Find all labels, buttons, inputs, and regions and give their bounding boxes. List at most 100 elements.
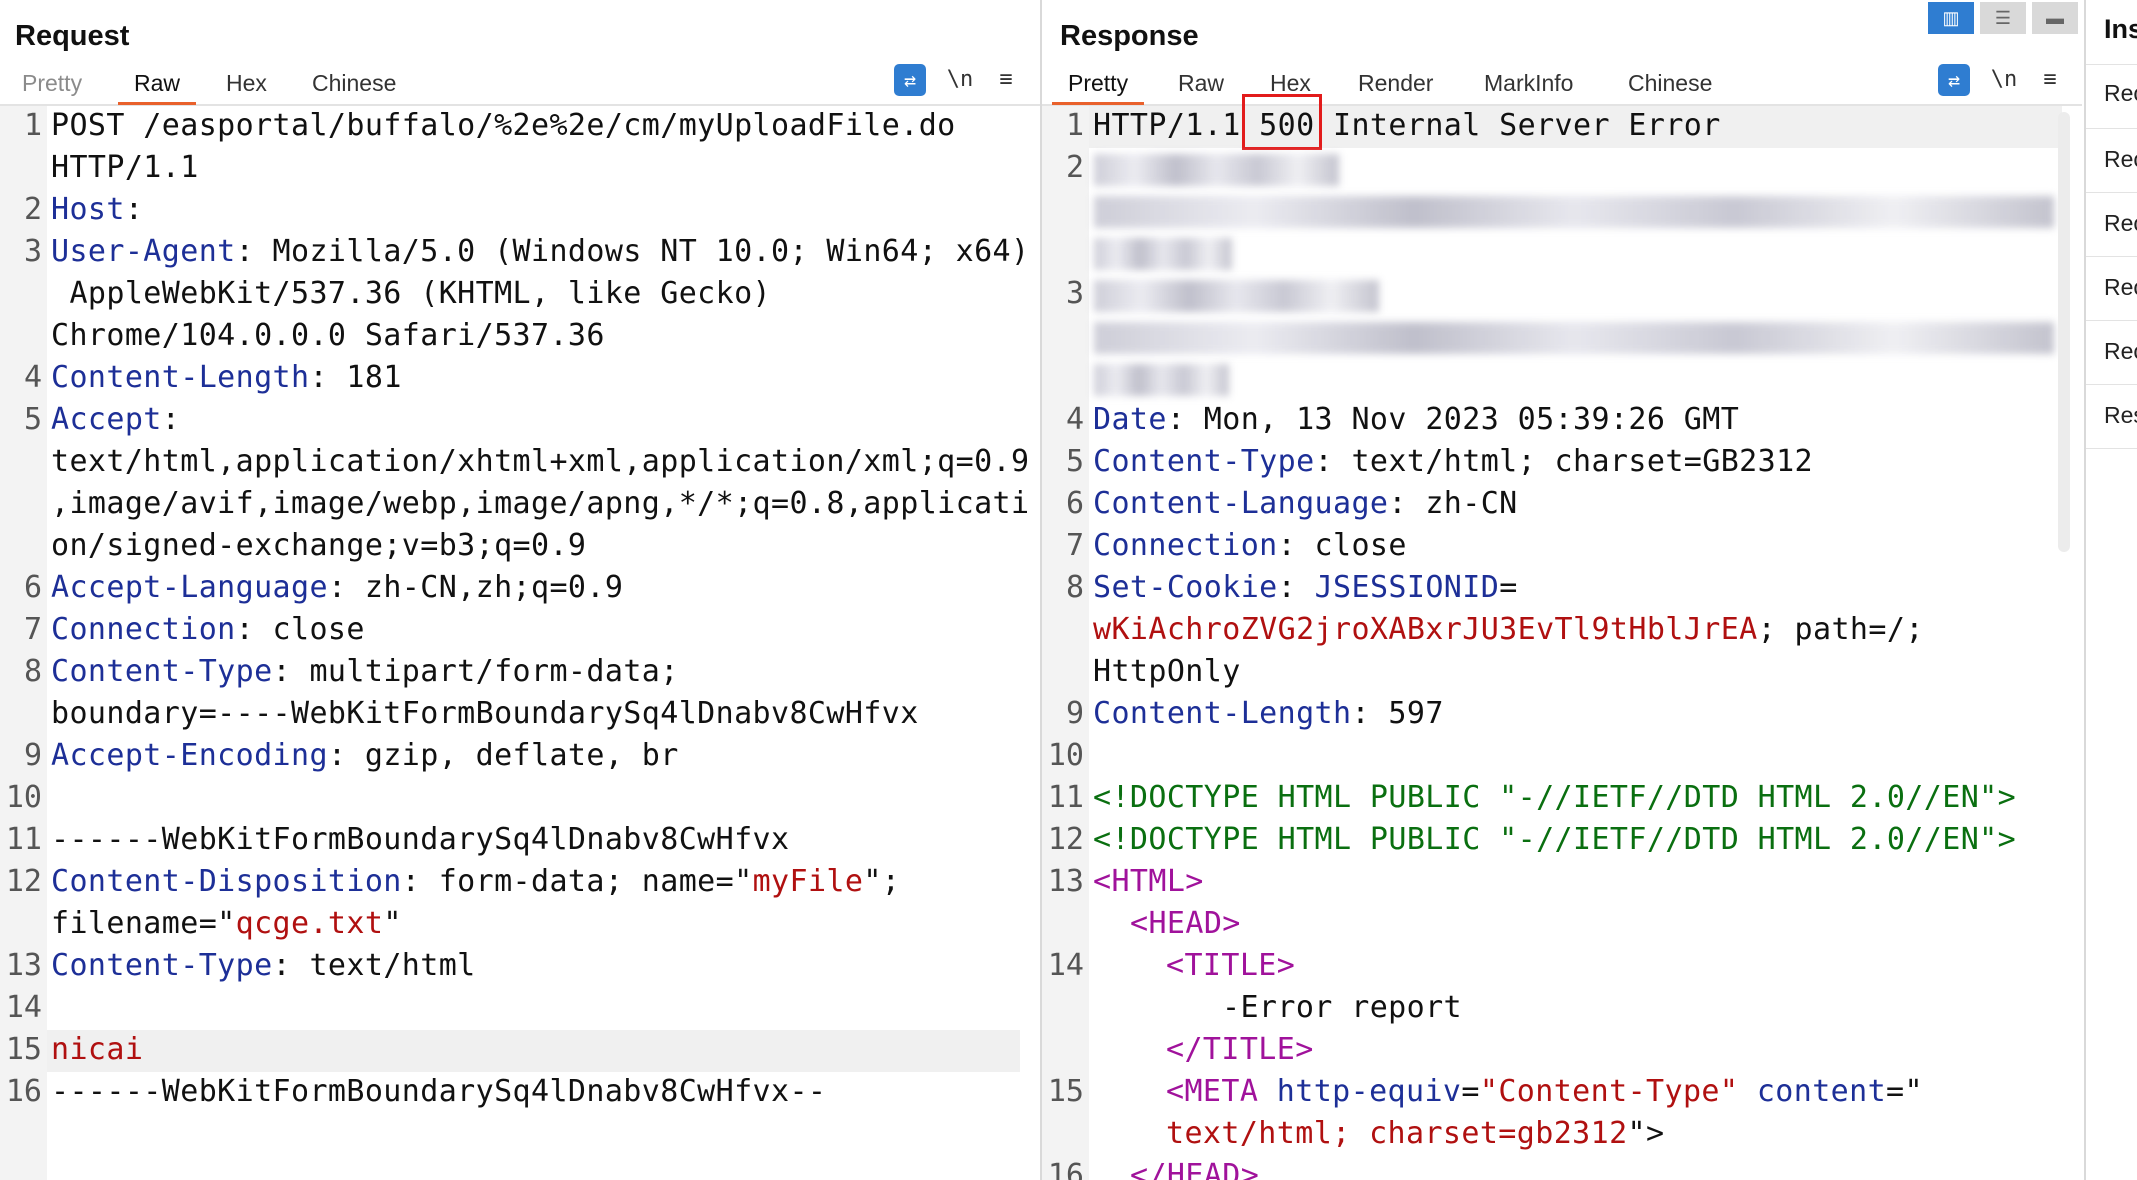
tab-chinese[interactable]: Chinese <box>1622 70 1718 97</box>
code-line: Chrome/104.0.0.0 Safari/537.36 <box>51 318 605 353</box>
code-text: : multipart/form-data; <box>272 654 679 689</box>
tab-pretty[interactable]: Pretty <box>1051 70 1145 105</box>
code-line: Accept-Encoding: gzip, deflate, br <box>51 738 679 773</box>
header-name: Content-Length <box>51 360 310 395</box>
status-line: HTTP/1.1 500 Internal Server Error <box>1093 108 1721 143</box>
response-editor[interactable]: 1 HTTP/1.1 500 Internal Server Error 2 3… <box>1042 94 2082 1180</box>
line-number: 6 <box>1065 486 1084 521</box>
code-line: filename="qcge.txt" <box>51 906 402 941</box>
redacted-value <box>1094 238 1232 270</box>
attr-name: content <box>1756 1074 1887 1109</box>
line-number: 14 <box>1047 948 1084 983</box>
head-close-tag: </HEAD> <box>1130 1158 1260 1180</box>
separator: : <box>1277 570 1315 605</box>
tab-markinfo[interactable]: MarkInfo <box>1478 70 1579 97</box>
line-number: 5 <box>1065 444 1084 479</box>
header-name: Content-Length <box>1093 696 1352 731</box>
code-text: boundary=----WebKitFormBoundarySq4lDnabv… <box>51 696 919 731</box>
meta-line-cont: text/html; charset=gb2312"> <box>1166 1116 1664 1151</box>
tab-hex[interactable]: Hex <box>1264 70 1317 97</box>
inspector-item[interactable]: Rec <box>2104 274 2137 301</box>
attr-name: http-equiv <box>1276 1074 1462 1109</box>
meta-line: <META http-equiv="Content-Type" content=… <box>1166 1074 1923 1109</box>
code-text: : form-data; name=" <box>401 864 753 899</box>
tab-pretty[interactable]: Pretty <box>16 70 88 97</box>
code-text: : zh-CN,zh;q=0.9 <box>327 570 624 605</box>
line-number: 9 <box>23 738 42 773</box>
code-text: : text/html <box>272 948 476 983</box>
code-text: : gzip, deflate, br <box>327 738 679 773</box>
tabbed-view-icon[interactable]: ▬ <box>2032 2 2078 34</box>
header-name: Connection <box>1093 528 1278 563</box>
line-number: 7 <box>23 612 42 647</box>
title-tag: <TITLE> <box>1166 948 1296 983</box>
vertical-scrollbar[interactable] <box>2058 112 2070 552</box>
wrap-lines-icon[interactable]: ⇄ <box>894 64 926 96</box>
tab-hex[interactable]: Hex <box>220 70 273 97</box>
line-number: 16 <box>5 1074 42 1109</box>
separator: "> <box>1627 1116 1665 1151</box>
inspector-item[interactable]: Rec <box>2104 210 2137 237</box>
tab-raw[interactable]: Raw <box>1172 70 1230 97</box>
request-editor[interactable]: 1 POST /easportal/buffalo/%2e%2e/cm/myUpl… <box>0 106 1040 1180</box>
tab-render[interactable]: Render <box>1352 70 1439 97</box>
code-line: Content-Disposition: form-data; name="my… <box>51 864 900 899</box>
code-line: Content-Type: multipart/form-data; <box>51 654 679 689</box>
code-text: filename=" <box>51 906 236 941</box>
line-number: 1 <box>1065 108 1084 143</box>
newline-toggle-button[interactable]: \n <box>944 64 976 96</box>
code-line: ,image/avif,image/webp,image/apng,*/*;q=… <box>51 486 1029 521</box>
line-number: 4 <box>23 360 42 395</box>
content-length-header: Content-Length: 597 <box>1093 696 1444 731</box>
code-text: ,image/avif,image/webp,image/apng,*/*;q=… <box>51 486 1030 521</box>
line-number: 14 <box>5 990 42 1025</box>
tab-chinese[interactable]: Chinese <box>306 70 402 97</box>
code-line: POST /easportal/buffalo/%2e%2e/cm/myUplo… <box>51 108 956 143</box>
newline-toggle-button[interactable]: \n <box>1988 64 2020 96</box>
code-line: text/html,application/xhtml+xml,applicat… <box>51 444 1029 479</box>
line-number: 13 <box>5 948 42 983</box>
code-line: Host: <box>51 192 143 227</box>
divider <box>2086 64 2137 65</box>
inspector-item[interactable]: Rec <box>2104 80 2137 107</box>
code-text: : Mozilla/5.0 (Windows NT 10.0; Win64; x… <box>235 234 1030 269</box>
inspector-item[interactable]: Rec <box>2104 146 2137 173</box>
code-line: nicai <box>51 1032 143 1067</box>
code-text: AppleWebKit/537.36 (KHTML, like Gecko) <box>51 276 771 311</box>
header-name: Accept-Language <box>51 570 328 605</box>
wrap-lines-icon[interactable]: ⇄ <box>1938 64 1970 96</box>
code-line: ------WebKitFormBoundarySq4lDnabv8CwHfvx <box>51 822 789 857</box>
code-line: boundary=----WebKitFormBoundarySq4lDnabv… <box>51 696 919 731</box>
separator: =" <box>1886 1074 1923 1109</box>
request-title: Request <box>15 20 130 52</box>
line-number: 15 <box>5 1032 42 1067</box>
header-name: Host <box>51 192 125 227</box>
attr-value: "Content-Type" <box>1479 1074 1739 1109</box>
code-text: ------WebKitFormBoundarySq4lDnabv8CwHfvx <box>51 822 790 857</box>
code-line: AppleWebKit/537.36 (KHTML, like Gecko) <box>51 276 771 311</box>
divider <box>2086 384 2137 385</box>
doctype-line: <!DOCTYPE HTML PUBLIC "-//IETF//DTD HTML… <box>1093 822 2017 857</box>
header-name: User-Agent <box>51 234 236 269</box>
split-horizontal-icon[interactable]: ▥ <box>1928 2 1974 34</box>
inspector-item[interactable]: Res <box>2104 402 2137 429</box>
layout-toggle-group: ▥ ☰ ▬ <box>1928 2 2080 34</box>
header-value: : Mon, 13 Nov 2023 05:39:26 GMT <box>1166 402 1740 437</box>
split-vertical-icon[interactable]: ☰ <box>1980 2 2026 34</box>
code-text: ------WebKitFormBoundarySq4lDnabv8CwHfvx… <box>51 1074 827 1109</box>
menu-icon[interactable]: ≡ <box>990 64 1022 96</box>
line-number: 11 <box>1047 780 1084 815</box>
header-name: Connection <box>51 612 236 647</box>
divider <box>2086 192 2137 193</box>
line-gutter <box>1042 106 1089 1180</box>
code-text: Chrome/104.0.0.0 Safari/537.36 <box>51 318 605 353</box>
inspector-item[interactable]: Rec <box>2104 338 2137 365</box>
inspector-pane: Ins Rec Rec Rec Rec Rec Res <box>2084 0 2137 1180</box>
header-name: Set-Cookie <box>1093 570 1278 605</box>
menu-icon[interactable]: ≡ <box>2034 64 2066 96</box>
line-number: 12 <box>5 864 42 899</box>
status-protocol: HTTP/1.1 <box>1093 108 1260 143</box>
tab-raw[interactable]: Raw <box>117 70 197 105</box>
line-number: 1 <box>23 108 42 143</box>
cookie-name: JSESSIONID <box>1314 570 1500 605</box>
